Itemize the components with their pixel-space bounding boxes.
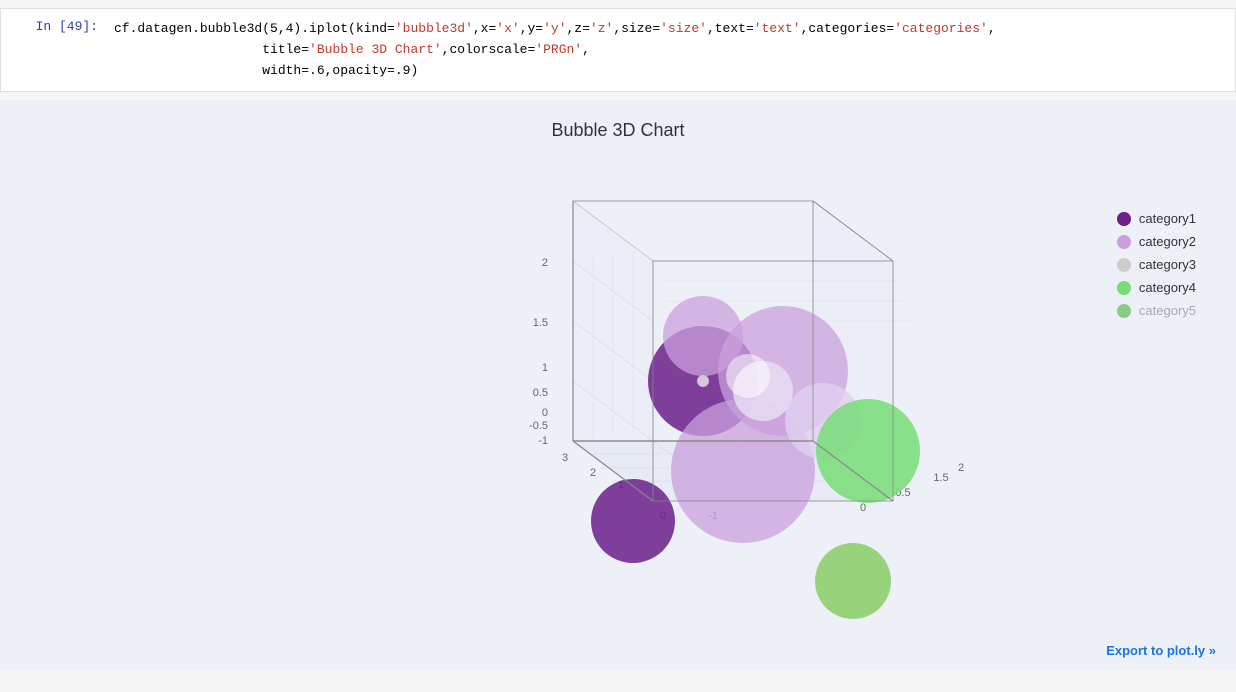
legend-label-1: category1 bbox=[1139, 211, 1196, 226]
chart-svg: 2 1.5 1 0.5 0 -0.5 -1 3 2 1 0 -1 0 0.5 1… bbox=[193, 151, 1043, 611]
code-content: cf.datagen.bubble3d(5,4).iplot(kind='bub… bbox=[106, 19, 1004, 81]
svg-text:0: 0 bbox=[542, 407, 548, 419]
legend-dot-5 bbox=[1117, 304, 1131, 318]
code-cell: In [49]: cf.datagen.bubble3d(5,4).iplot(… bbox=[0, 8, 1236, 92]
legend-dot-3 bbox=[1117, 258, 1131, 272]
chart-container: 2 1.5 1 0.5 0 -0.5 -1 3 2 1 0 -1 0 0.5 1… bbox=[20, 151, 1216, 631]
svg-text:2: 2 bbox=[542, 257, 548, 269]
svg-text:2: 2 bbox=[590, 467, 596, 479]
svg-text:0: 0 bbox=[860, 502, 866, 514]
chart-legend: category1 category2 category3 category4 … bbox=[1117, 211, 1196, 326]
export-link[interactable]: Export to plot.ly » bbox=[1106, 643, 1216, 658]
legend-item-1: category1 bbox=[1117, 211, 1196, 226]
svg-text:3: 3 bbox=[562, 452, 568, 464]
legend-label-4: category4 bbox=[1139, 280, 1196, 295]
svg-text:1: 1 bbox=[542, 362, 548, 374]
legend-item-4: category4 bbox=[1117, 280, 1196, 295]
code-line-1: cf.datagen.bubble3d(5,4).iplot(kind='bub… bbox=[114, 19, 996, 40]
legend-item-3: category3 bbox=[1117, 257, 1196, 272]
legend-dot-4 bbox=[1117, 281, 1131, 295]
svg-text:2: 2 bbox=[958, 462, 964, 474]
code-line-3: width=.6,opacity=.9) bbox=[114, 61, 996, 82]
svg-text:-0.5: -0.5 bbox=[529, 420, 548, 432]
legend-item-5: category5 bbox=[1117, 303, 1196, 318]
legend-label-2: category2 bbox=[1139, 234, 1196, 249]
legend-label-5: category5 bbox=[1139, 303, 1196, 318]
legend-dot-1 bbox=[1117, 212, 1131, 226]
legend-label-3: category3 bbox=[1139, 257, 1196, 272]
svg-text:0.5: 0.5 bbox=[533, 387, 548, 399]
chart-title: Bubble 3D Chart bbox=[20, 120, 1216, 141]
axis-grid: 2 1.5 1 0.5 0 -0.5 -1 3 2 1 0 -1 0 0.5 1… bbox=[529, 201, 964, 619]
svg-text:-1: -1 bbox=[538, 435, 548, 447]
svg-text:1.5: 1.5 bbox=[533, 317, 548, 329]
legend-dot-2 bbox=[1117, 235, 1131, 249]
cell-label: In [49]: bbox=[1, 19, 106, 81]
legend-item-2: category2 bbox=[1117, 234, 1196, 249]
chart-output-area: Bubble 3D Chart bbox=[0, 100, 1236, 670]
svg-text:1.5: 1.5 bbox=[933, 472, 948, 484]
code-line-2: title='Bubble 3D Chart',colorscale='PRGn… bbox=[114, 40, 996, 61]
